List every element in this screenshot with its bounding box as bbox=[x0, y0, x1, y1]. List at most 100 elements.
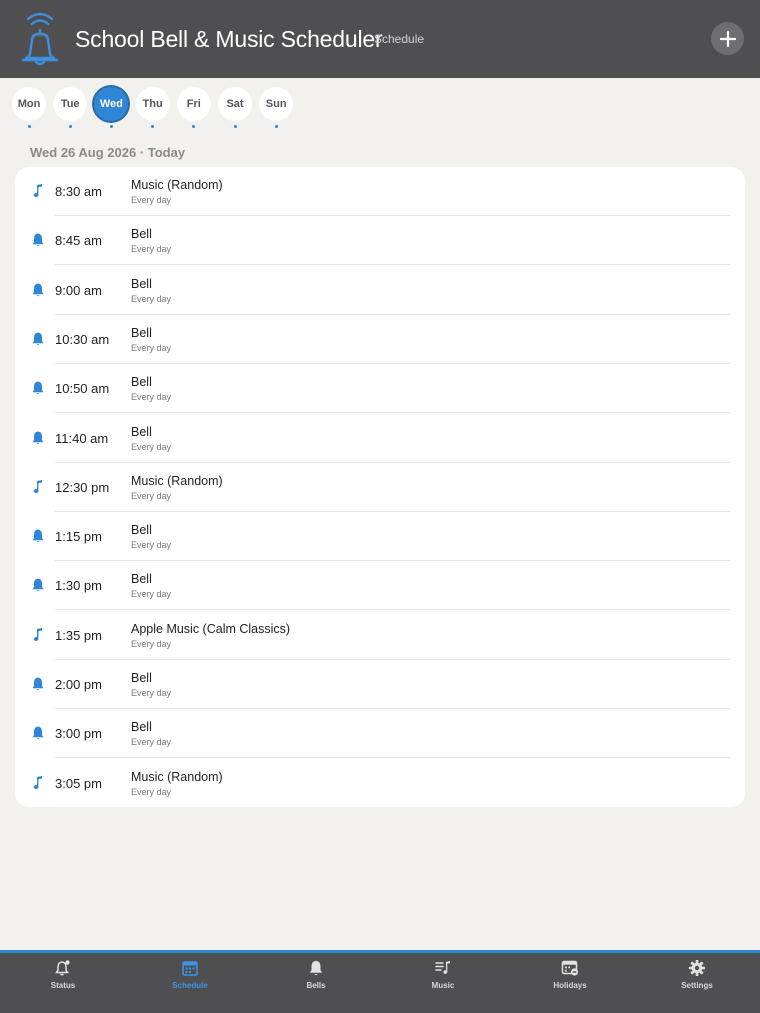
music-list-icon bbox=[434, 959, 452, 977]
schedule-title: Bell bbox=[131, 572, 152, 587]
schedule-title: Music (Random) bbox=[131, 178, 223, 192]
schedule-row[interactable]: 8:30 am Music (Random) Every day bbox=[15, 167, 745, 216]
music-note-icon bbox=[31, 183, 45, 199]
tab-label: Bells bbox=[306, 981, 326, 990]
gear-icon bbox=[688, 959, 706, 977]
day-indicator-dot bbox=[233, 125, 237, 128]
schedule-repeat: Every day bbox=[131, 244, 172, 255]
schedule-repeat: Every day bbox=[131, 638, 172, 649]
schedule-title: Bell bbox=[131, 523, 152, 538]
schedule-row[interactable]: 3:00 pm Bell Every day bbox=[15, 709, 745, 759]
schedule-row[interactable]: 8:45 am Bell Every day bbox=[15, 216, 745, 266]
add-button[interactable] bbox=[711, 22, 744, 55]
schedule-title: Bell bbox=[131, 276, 152, 291]
schedule-title: Bell bbox=[131, 424, 152, 439]
schedule-repeat: Every day bbox=[131, 688, 172, 698]
schedule-repeat: Every day bbox=[131, 540, 172, 551]
plus-icon bbox=[719, 30, 736, 47]
page-subtitle: Schedule bbox=[374, 32, 425, 46]
bell-alert-icon bbox=[54, 959, 72, 977]
schedule-repeat: Every day bbox=[131, 737, 172, 748]
schedule-repeat: Every day bbox=[131, 195, 172, 205]
app-title: School Bell & Music Scheduler bbox=[75, 26, 383, 52]
day-fri-button[interactable]: Fri bbox=[176, 87, 211, 121]
schedule-title: Bell bbox=[131, 720, 152, 735]
schedule-time: 3:00 pm bbox=[55, 726, 102, 742]
day-indicator-dot bbox=[27, 125, 31, 128]
schedule-title: Bell bbox=[131, 325, 152, 340]
schedule-row[interactable]: 1:15 pm Bell Every day bbox=[15, 512, 745, 562]
day-wed-button[interactable]: Wed bbox=[94, 87, 129, 121]
tab-label: Status bbox=[50, 981, 76, 990]
schedule-time: 1:35 pm bbox=[55, 627, 102, 643]
music-note-icon bbox=[31, 775, 45, 791]
day-indicator-dot bbox=[274, 125, 278, 128]
schedule-row[interactable]: 1:35 pm Apple Music (Calm Classics) Every … bbox=[15, 611, 745, 660]
day-indicator-dot bbox=[109, 125, 113, 128]
tab-label: Settings bbox=[681, 981, 713, 990]
schedule-title: Apple Music (Calm Classics) bbox=[131, 621, 291, 636]
bell-logo-icon bbox=[21, 12, 59, 66]
calendar-icon bbox=[181, 959, 199, 977]
day-indicator-dot bbox=[151, 125, 155, 128]
bell-icon bbox=[307, 959, 325, 977]
schedule-title: Bell bbox=[131, 227, 152, 242]
schedule-time: 1:30 pm bbox=[55, 578, 102, 594]
date-heading: Wed 26 Aug 2026 · Today bbox=[30, 145, 186, 160]
schedule-row[interactable]: 1:30 pm Bell Every day bbox=[15, 561, 745, 611]
schedule-title: Music (Random) bbox=[131, 473, 223, 488]
day-tue-button[interactable]: Tue bbox=[53, 87, 88, 121]
schedule-row[interactable]: 12:30 pm Music (Random) Every day bbox=[15, 463, 745, 512]
schedule-time: 10:30 am bbox=[55, 331, 110, 347]
schedule-repeat: Every day bbox=[131, 589, 172, 600]
app-header: School Bell & Music Scheduler Schedule bbox=[0, 0, 760, 78]
day-thu-button[interactable]: Thu bbox=[135, 87, 170, 121]
tab-label: Holidays bbox=[553, 981, 587, 990]
tab-settings[interactable]: Settings bbox=[652, 959, 742, 999]
tab-bells[interactable]: Bells bbox=[271, 959, 361, 999]
schedule-row[interactable]: 10:30 am Bell Every day bbox=[15, 315, 745, 364]
day-sun-button[interactable]: Sun bbox=[259, 87, 294, 121]
schedule-time: 1:15 pm bbox=[55, 529, 102, 545]
tab-schedule[interactable]: Schedule bbox=[145, 959, 235, 999]
schedule-row[interactable]: 9:00 am Bell Every day bbox=[15, 266, 745, 315]
schedule-row[interactable]: 11:40 am Bell Every day bbox=[15, 414, 745, 463]
schedule-list: 8:30 am Music (Random) Every day 8:45 am Bel… bbox=[15, 167, 745, 807]
tab-label: Music bbox=[431, 981, 455, 990]
schedule-time: 10:50 am bbox=[55, 381, 110, 397]
day-indicator-dot bbox=[192, 125, 196, 128]
tab-music[interactable]: Music bbox=[398, 959, 488, 999]
bell-icon bbox=[31, 232, 45, 248]
schedule-time: 8:30 am bbox=[55, 184, 102, 199]
music-note-icon bbox=[31, 479, 45, 495]
schedule-title: Bell bbox=[131, 375, 152, 390]
tab-holidays[interactable]: Holidays bbox=[525, 959, 615, 999]
bell-icon bbox=[31, 676, 45, 692]
schedule-repeat: Every day bbox=[131, 786, 172, 797]
schedule-row[interactable]: 2:00 pm Bell Every day bbox=[15, 660, 745, 709]
day-indicator-dot bbox=[68, 125, 72, 128]
bell-icon bbox=[31, 725, 45, 741]
bell-icon bbox=[31, 331, 45, 347]
tab-status[interactable]: Status bbox=[18, 959, 108, 999]
schedule-time: 3:05 pm bbox=[55, 775, 102, 791]
bell-icon bbox=[31, 380, 45, 396]
schedule-time: 2:00 pm bbox=[55, 677, 102, 692]
bell-icon bbox=[31, 577, 45, 593]
schedule-row[interactable]: 3:05 pm Music (Random) Every day bbox=[15, 759, 745, 808]
bell-icon bbox=[31, 282, 45, 298]
schedule-repeat: Every day bbox=[131, 392, 172, 403]
bell-icon bbox=[31, 430, 45, 446]
day-mon-button[interactable]: Mon bbox=[12, 87, 46, 121]
schedule-repeat: Every day bbox=[131, 342, 172, 353]
schedule-time: 11:40 am bbox=[55, 430, 109, 446]
tab-bar: Status Schedule Bells Music Holidays Settings bbox=[0, 950, 760, 1013]
music-note-icon bbox=[31, 627, 45, 643]
schedule-repeat: Every day bbox=[131, 293, 172, 304]
schedule-repeat: Every day bbox=[131, 441, 172, 452]
schedule-repeat: Every day bbox=[131, 490, 172, 501]
schedule-row[interactable]: 10:50 am Bell Every day bbox=[15, 364, 745, 414]
day-sat-button[interactable]: Sat bbox=[218, 87, 252, 121]
schedule-title: Bell bbox=[131, 671, 152, 685]
schedule-time: 8:45 am bbox=[55, 233, 102, 249]
